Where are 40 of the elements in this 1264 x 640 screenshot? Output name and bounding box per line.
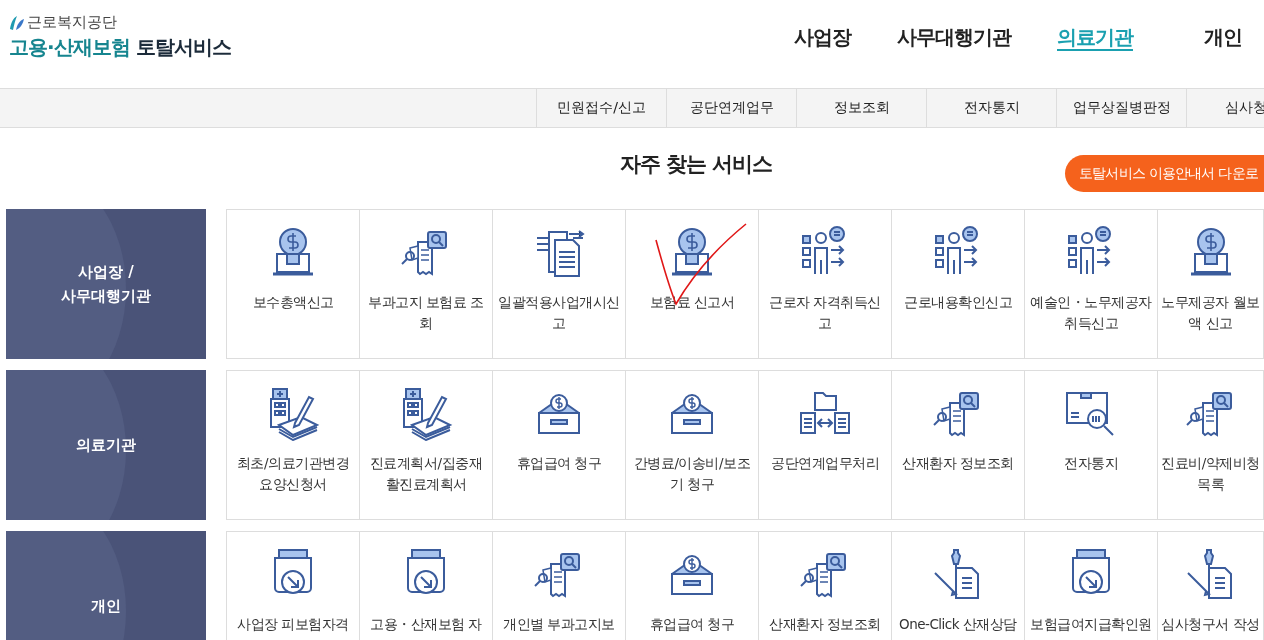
service-label: 간병료/이송비/보조 기 청구 xyxy=(633,454,751,494)
category-label: 의료기관 xyxy=(76,435,136,456)
organization-name: 근로복지공단 xyxy=(27,13,117,32)
service-label: 노무제공자 월보 액 신고 xyxy=(1161,293,1260,333)
service-label: 진료계획서/집중재 활진료계획서 xyxy=(369,454,483,494)
service-label: 공단연계업무처리 xyxy=(771,454,879,473)
service-label: 진료비/약제비청 목록 xyxy=(1161,454,1260,494)
sub-nav-link[interactable]: 전자통지 xyxy=(926,89,1056,127)
service-label: 보험급여지급확인원 xyxy=(1030,615,1152,634)
service-label: 보험료 신고서 xyxy=(649,293,735,312)
sub-nav-link[interactable]: 정보조회 xyxy=(796,89,926,127)
service-label: 최초/의료기관변경 요양신청서 xyxy=(236,454,350,494)
service-tile[interactable]: 심사청구서 작성 xyxy=(1158,532,1264,640)
main-nav-link[interactable]: 사무대행기관 xyxy=(874,23,1034,51)
service-label: 휴업급여 청구 xyxy=(516,454,602,473)
service-label: 개인별 부과고지보 xyxy=(503,615,615,634)
service-label: 고용・산재보험 자 xyxy=(370,615,482,634)
service-label: 사업장 피보험자격 xyxy=(237,615,349,634)
section-title: 자주 찾는 서비스 xyxy=(619,151,773,178)
category-label: 사업장 / 사무대행기관 xyxy=(61,262,151,307)
service-label: 근로내용확인신고 xyxy=(904,293,1012,312)
service-label: One-Click 산재상담 xyxy=(899,615,1017,634)
service-label: 부과고지 보험료 조 회 xyxy=(368,293,484,333)
main-nav-link[interactable]: 사업장 xyxy=(771,23,874,51)
service-label: 근로자 자격취득신 고 xyxy=(769,293,881,333)
service-label: 일괄적용사업개시신 고 xyxy=(498,293,620,333)
main-nav-link[interactable]: 개인 xyxy=(1156,23,1242,51)
category-label: 개인 xyxy=(91,596,121,617)
service-label: 심사청구서 작성 xyxy=(1161,615,1260,634)
service-label: 보수총액신고 xyxy=(252,293,334,312)
service-title[interactable]: 고용·산재보험 토탈서비스 xyxy=(9,34,231,61)
service-label: 전자통지 xyxy=(1064,454,1118,473)
logo-icon xyxy=(9,14,25,31)
service-label: 산재환자 정보조회 xyxy=(769,615,881,634)
service-label: 예술인・노무제공자 취득신고 xyxy=(1030,293,1152,333)
sub-nav-link[interactable]: 공단연계업무 xyxy=(666,89,796,127)
service-label: 산재환자 정보조회 xyxy=(902,454,1014,473)
sub-nav-link[interactable]: 업무상질병판정 xyxy=(1056,89,1186,127)
service-label: 휴업급여 청구 xyxy=(649,615,735,634)
sub-nav-link[interactable]: 민원접수/신고 xyxy=(536,89,666,127)
